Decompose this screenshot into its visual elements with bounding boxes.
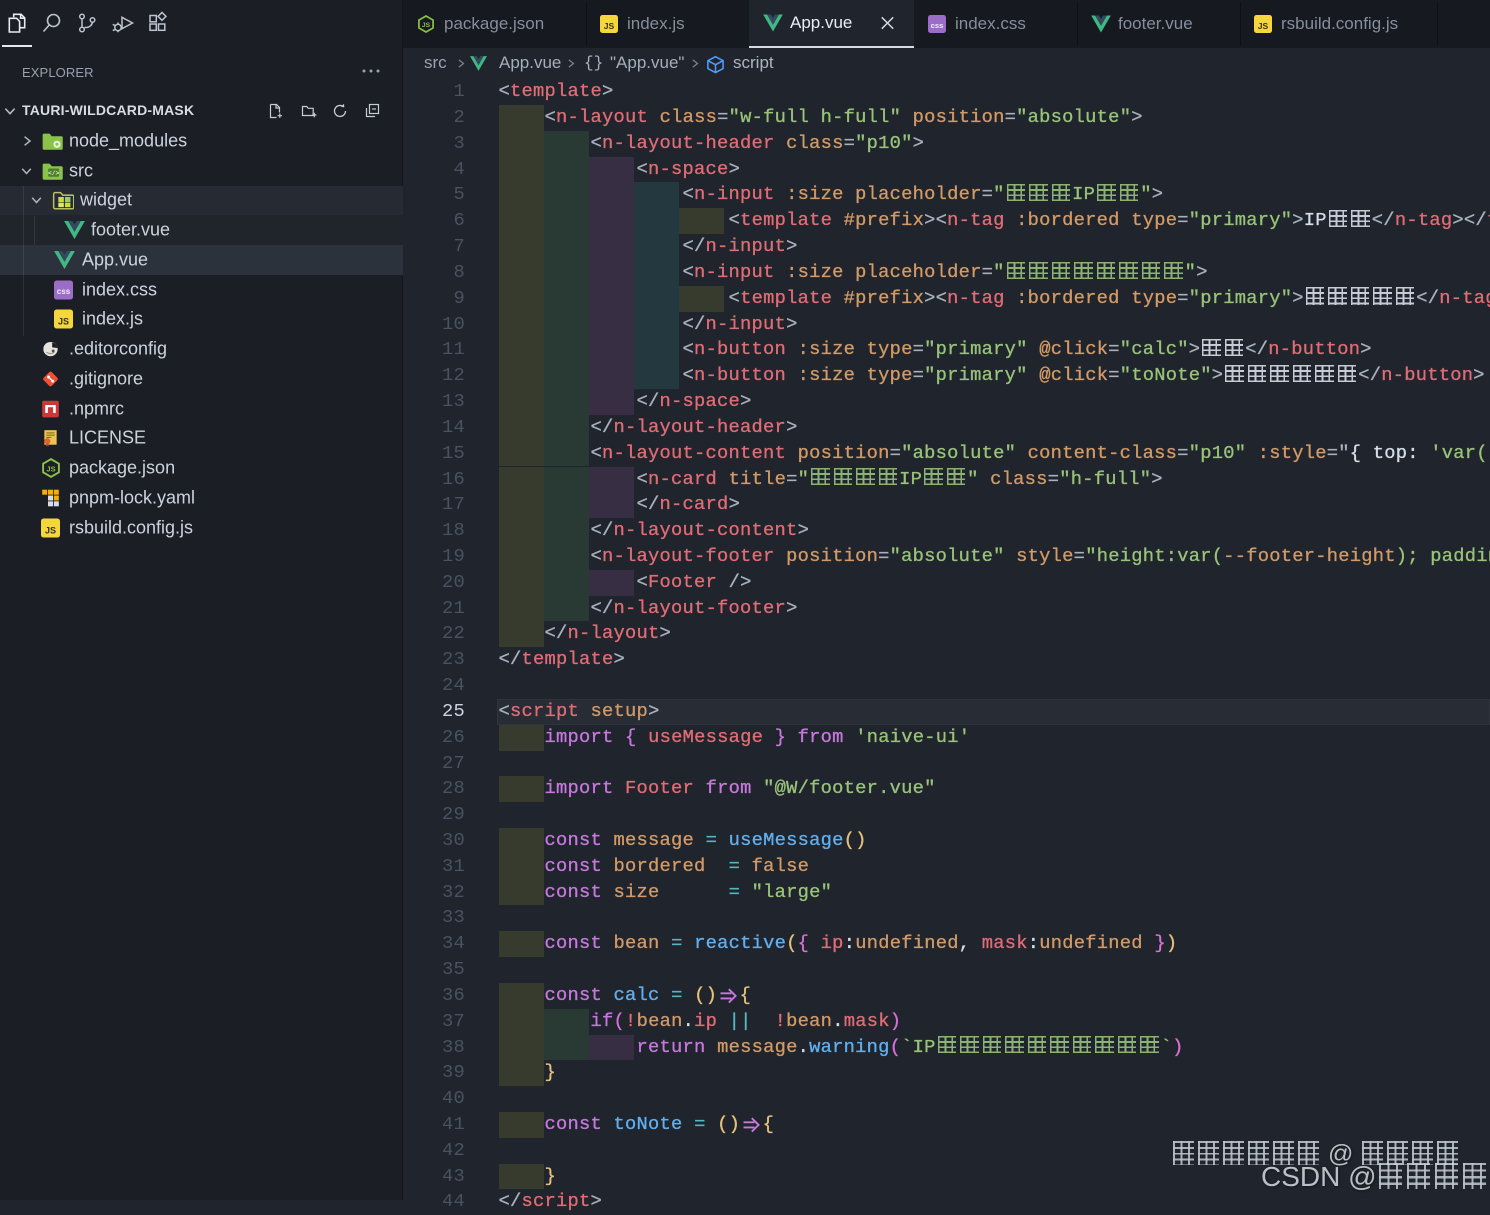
svg-text:JS: JS (45, 525, 56, 535)
svg-text:JS: JS (58, 317, 69, 327)
svg-text:JS: JS (603, 21, 614, 31)
svg-text:JS: JS (46, 464, 55, 473)
svg-text:css: css (57, 287, 71, 296)
svg-text:JS: JS (1257, 21, 1268, 31)
svg-text:JS: JS (421, 22, 430, 29)
svg-text:css: css (930, 21, 943, 30)
svg-text:</>: </> (48, 170, 60, 177)
